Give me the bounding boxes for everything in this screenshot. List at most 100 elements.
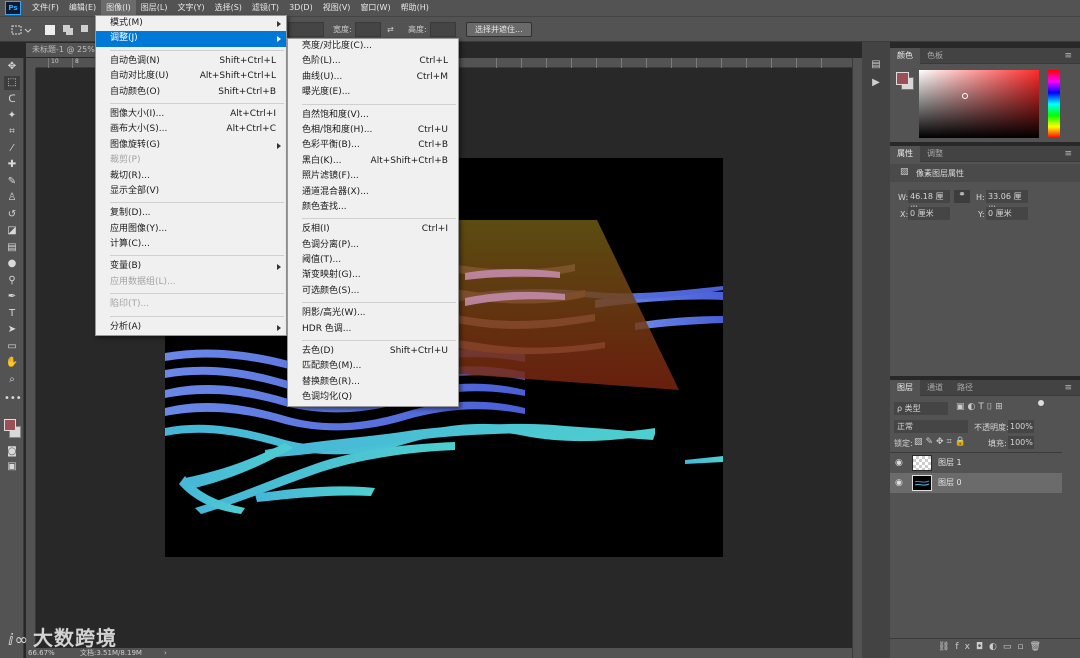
type-tool-icon[interactable]: T — [4, 307, 20, 321]
status-menu-arrow-icon[interactable]: › — [164, 648, 167, 658]
adjust-menu-item[interactable]: 色阶(L)... Ctrl+L — [288, 54, 458, 69]
eyedropper-icon[interactable]: ⁄ — [4, 142, 20, 156]
image-menu-item[interactable]: 复制(D)... — [96, 206, 286, 221]
image-menu-item[interactable]: 自动对比度(U) Alt+Shift+Ctrl+L — [96, 69, 286, 84]
height-field[interactable] — [430, 22, 456, 37]
width-field[interactable] — [355, 22, 381, 37]
move-tool-icon[interactable]: ✥ — [4, 60, 20, 74]
menu-edit[interactable]: 编辑(E) — [64, 0, 101, 16]
menu-select[interactable]: 选择(S) — [210, 0, 247, 16]
marquee-tool-icon[interactable]: ⬚ — [4, 76, 20, 90]
crop-tool-icon[interactable]: ⌗ — [4, 125, 20, 139]
y-value-field[interactable]: 0 厘米 — [986, 207, 1028, 220]
image-menu-item[interactable]: 自动颜色(O) Shift+Ctrl+B — [96, 85, 286, 100]
image-menu-item[interactable]: 自动色调(N) Shift+Ctrl+L — [96, 54, 286, 69]
healing-brush-icon[interactable]: ✚ — [4, 158, 20, 172]
adjust-menu-item[interactable]: 替换颜色(R)... — [288, 375, 458, 390]
menu-type[interactable]: 文字(Y) — [172, 0, 209, 16]
add-selection-icon[interactable] — [62, 22, 74, 37]
image-menu-item[interactable]: 分析(A) — [96, 320, 286, 335]
adjust-menu-item[interactable]: 阈值(T)... — [288, 253, 458, 268]
adjust-menu-item[interactable]: 匹配颜色(M)... — [288, 359, 458, 374]
adjust-menu-item[interactable]: 反相(I) Ctrl+I — [288, 222, 458, 237]
adjust-menu-item[interactable]: 黑白(K)... Alt+Shift+Ctrl+B — [288, 154, 458, 169]
adjust-menu-item[interactable]: 色调均化(Q) — [288, 390, 458, 405]
menu-file[interactable]: 文件(F) — [27, 0, 64, 16]
panel-menu-icon[interactable]: ≡ — [1064, 149, 1072, 159]
rectangle-tool-icon[interactable]: ▭ — [4, 340, 20, 354]
menu-filter[interactable]: 滤镜(T) — [247, 0, 284, 16]
fill-field[interactable]: 100% — [1008, 436, 1034, 449]
image-menu-item[interactable]: 画布大小(S)... Alt+Ctrl+C — [96, 122, 286, 137]
vertical-scrollbar[interactable] — [852, 58, 862, 658]
adjust-menu-item[interactable]: 颜色查找... — [288, 200, 458, 215]
image-menu-item[interactable]: 调整(J) — [96, 31, 286, 47]
eraser-icon[interactable]: ◪ — [4, 224, 20, 238]
adjust-menu-item[interactable]: 自然饱和度(V)... — [288, 108, 458, 123]
swap-icon[interactable]: ⇄ — [387, 22, 394, 37]
history-panel-icon[interactable]: ▤ — [869, 58, 883, 72]
hue-slider[interactable] — [1048, 70, 1060, 138]
lasso-tool-icon[interactable]: ᑕ — [4, 93, 20, 107]
quick-mask-icon[interactable]: ◙ — [4, 445, 20, 459]
visibility-eye-icon[interactable]: ◉ — [895, 453, 903, 473]
marquee-preset-icon[interactable] — [10, 22, 32, 37]
blur-tool-icon[interactable]: ● — [4, 257, 20, 271]
hand-tool-icon[interactable]: ✋ — [4, 356, 20, 370]
layer-filter-icons[interactable]: ▣◐T⌷⊞ — [956, 402, 1006, 412]
clone-stamp-icon[interactable]: ♙ — [4, 191, 20, 205]
foreground-color-swatch[interactable] — [4, 419, 16, 431]
history-brush-icon[interactable]: ↺ — [4, 208, 20, 222]
adjust-menu-item[interactable]: 色调分离(P)... — [288, 238, 458, 253]
menu-help[interactable]: 帮助(H) — [396, 0, 434, 16]
select-and-mask-button[interactable]: 选择并遮住... — [466, 22, 532, 37]
menu-window[interactable]: 窗口(W) — [355, 0, 395, 16]
adjust-menu-item[interactable]: 阴影/高光(W)... — [288, 306, 458, 321]
magic-wand-icon[interactable]: ✦ — [4, 109, 20, 123]
adjust-menu-item[interactable]: 可选颜色(S)... — [288, 284, 458, 299]
adjust-menu-item[interactable]: 曝光度(E)... — [288, 85, 458, 100]
adjust-menu-item[interactable]: 色彩平衡(B)... Ctrl+B — [288, 138, 458, 153]
adjust-menu-item[interactable]: 照片滤镜(F)... — [288, 169, 458, 184]
color-spectrum-field[interactable] — [919, 70, 1039, 138]
lock-icons[interactable]: ▨✎✥⌗🔒 — [914, 437, 969, 447]
new-selection-icon[interactable] — [44, 22, 56, 37]
tab-color[interactable]: 颜色 — [890, 47, 920, 64]
layer-row[interactable]: ◉ 图层 1 — [890, 453, 1062, 473]
filter-toggle-icon[interactable] — [1038, 400, 1044, 406]
menu-3d[interactable]: 3D(D) — [284, 0, 318, 16]
image-menu-item[interactable]: 图像大小(I)... Alt+Ctrl+I — [96, 107, 286, 122]
image-menu-item[interactable]: 图像旋转(G) — [96, 138, 286, 153]
layer-actions-icons[interactable]: ⛓fx◘◐▭▫🗑 — [938, 642, 1047, 652]
adjust-menu-item[interactable]: HDR 色调... — [288, 322, 458, 337]
gradient-tool-icon[interactable]: ▤ — [4, 241, 20, 255]
image-menu-item[interactable]: 显示全部(V) — [96, 184, 286, 199]
image-menu-item[interactable]: 裁切(R)... — [96, 169, 286, 184]
color-foreground-swatch[interactable] — [896, 72, 909, 85]
tab-channels[interactable]: 通道 — [920, 380, 950, 396]
layer-row-selected[interactable]: ◉ 图层 0 — [890, 473, 1062, 493]
tab-adjustments[interactable]: 调整 — [920, 146, 950, 162]
adjust-menu-item[interactable]: 通道混合器(X)... — [288, 185, 458, 200]
image-menu-item[interactable]: 计算(C)... — [96, 237, 286, 252]
menu-layer[interactable]: 图层(L) — [136, 0, 173, 16]
document-tab[interactable]: 未标题-1 @ 25% — [26, 43, 98, 57]
tab-swatches[interactable]: 色板 — [920, 48, 950, 64]
brush-tool-icon[interactable]: ✎ — [4, 175, 20, 189]
subtract-selection-icon[interactable] — [80, 22, 92, 37]
panel-menu-icon[interactable]: ≡ — [1064, 51, 1072, 61]
image-menu-item[interactable]: 应用图像(Y)... — [96, 222, 286, 237]
color-picker-cursor[interactable] — [962, 93, 968, 99]
layer-kind-filter[interactable]: ρ 类型 — [894, 402, 948, 415]
adjust-menu-item[interactable]: 去色(D) Shift+Ctrl+U — [288, 344, 458, 359]
actions-panel-icon[interactable]: ▶ — [869, 76, 883, 90]
menu-image[interactable]: 图像(I) — [101, 0, 136, 16]
tab-paths[interactable]: 路径 — [950, 380, 980, 396]
panel-menu-icon[interactable]: ≡ — [1064, 383, 1072, 393]
image-menu-item[interactable]: 模式(M) — [96, 16, 286, 31]
adjust-menu-item[interactable]: 渐变映射(G)... — [288, 268, 458, 283]
height-value-field[interactable]: 33.06 厘米 — [986, 190, 1028, 214]
menu-view[interactable]: 视图(V) — [318, 0, 356, 16]
adjust-menu-item[interactable]: 色相/饱和度(H)... Ctrl+U — [288, 123, 458, 138]
link-icon[interactable]: ⚭ — [954, 190, 970, 203]
